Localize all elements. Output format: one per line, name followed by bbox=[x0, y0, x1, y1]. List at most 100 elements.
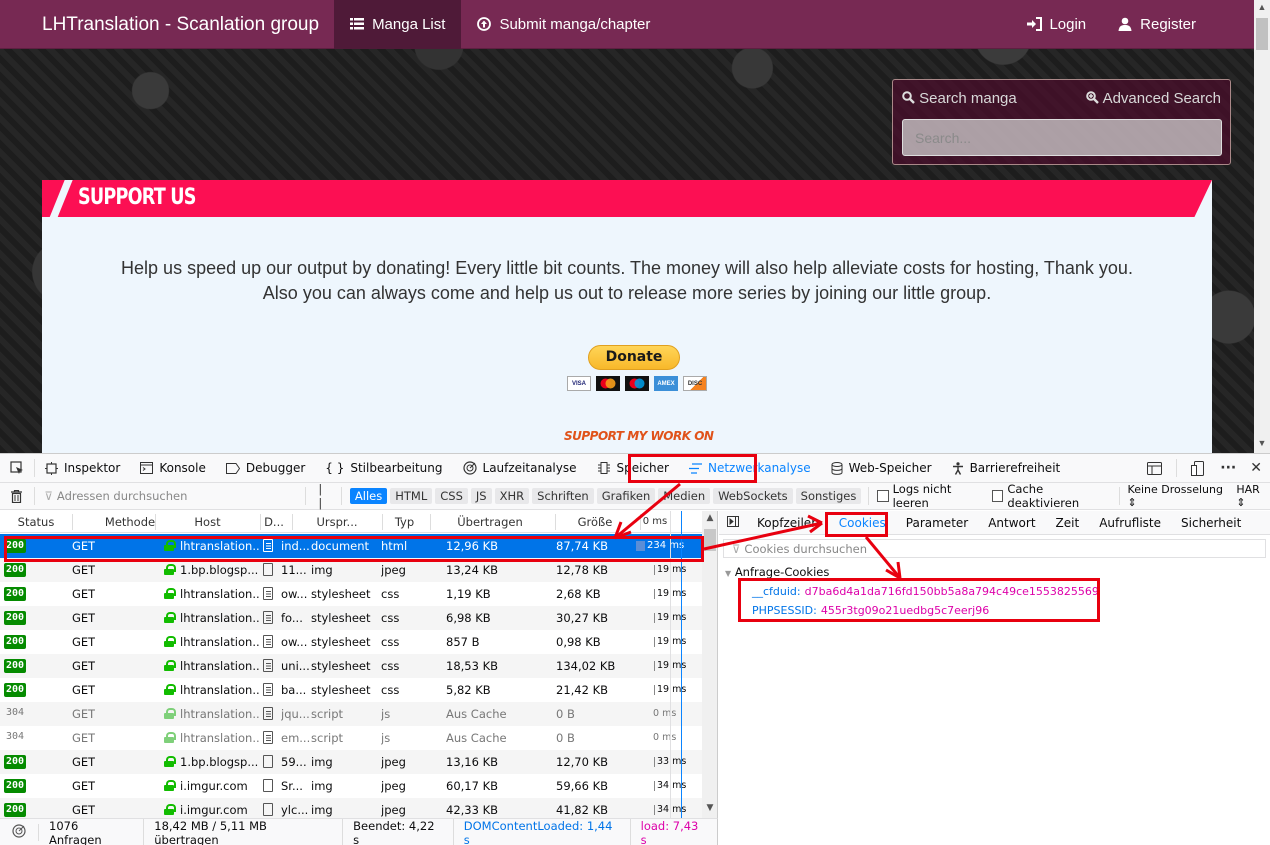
nav-login[interactable]: Login bbox=[1011, 0, 1102, 49]
detail-tab-sicherheit[interactable]: Sicherheit bbox=[1171, 516, 1251, 530]
detail-tab-parameter[interactable]: Parameter bbox=[896, 516, 978, 530]
request-row[interactable]: 200 GET i.imgur.com ylc... img jpeg 42,33 KB 41… bbox=[0, 798, 702, 818]
tab-debugger[interactable]: Debugger bbox=[216, 454, 315, 483]
throttling-select[interactable]: Keine Drosselung ⇕ bbox=[1128, 483, 1229, 509]
cookie-row[interactable]: PHPSESSID: 455r3tg09o21uedbg5c7eerj96 bbox=[752, 604, 989, 617]
request-row[interactable]: 200 GET i.imgur.com Sr... img jpeg 60,17 KB 59,… bbox=[0, 774, 702, 798]
column-header[interactable]: Host bbox=[155, 515, 260, 529]
type-filter-xhr[interactable]: XHR bbox=[494, 488, 530, 504]
cookie-row[interactable]: __cfduid: d7ba6d4a1da716fd150bb5a8a794c49… bbox=[752, 585, 1099, 598]
column-header[interactable]: Status bbox=[0, 515, 72, 529]
tab-stilbearbeitung[interactable]: { } Stilbearbeitung bbox=[315, 454, 452, 483]
detail-tab-kopfzeilen[interactable]: Kopfzeilen bbox=[747, 516, 829, 530]
request-row[interactable]: 304 GET lhtranslation... jqu... script js Aus … bbox=[0, 702, 702, 726]
scroll-up-icon[interactable]: ▲ bbox=[1254, 2, 1270, 12]
size: 0 B bbox=[556, 731, 575, 745]
tab-konsole[interactable]: Konsole bbox=[130, 454, 216, 483]
request-cookies-section[interactable]: ▼ Anfrage-Cookies bbox=[725, 565, 829, 579]
responsive-mode-icon[interactable] bbox=[1191, 460, 1206, 476]
column-header[interactable]: Größe bbox=[555, 515, 635, 529]
search-input[interactable] bbox=[902, 119, 1222, 156]
size: 2,68 KB bbox=[556, 587, 601, 601]
cookie-filter-input[interactable]: ⊽ Cookies durchsuchen bbox=[723, 539, 1266, 558]
type-filter-schriften[interactable]: Schriften bbox=[532, 488, 594, 504]
request-row[interactable]: 200 GET lhtranslation... uni... stylesheet cs… bbox=[0, 654, 702, 678]
scroll-down-icon[interactable]: ▼ bbox=[1254, 438, 1270, 448]
detail-tab-aufrufliste[interactable]: Aufrufliste bbox=[1089, 516, 1171, 530]
column-header[interactable]: Urspr... bbox=[292, 515, 382, 529]
method: GET bbox=[72, 683, 96, 697]
column-header[interactable]: D... bbox=[260, 515, 288, 529]
paypal-donate-button[interactable]: Donate bbox=[588, 345, 680, 370]
advanced-search-link[interactable]: Advanced Search bbox=[1086, 90, 1221, 107]
dom-content-loaded-time: DOMContentLoaded: 1,44 s bbox=[454, 818, 631, 845]
more-options-icon[interactable]: ··· bbox=[1220, 460, 1236, 476]
url-filter-input[interactable]: ⊽ Adressen durchsuchen bbox=[34, 486, 305, 506]
tab-web-speicher[interactable]: Web-Speicher bbox=[821, 454, 942, 483]
tab-inspektor[interactable]: Inspektor bbox=[35, 454, 130, 483]
type-filter-sonstiges[interactable]: Sonstiges bbox=[795, 488, 862, 504]
request-rows: 200 GET lhtranslation... ind... document html… bbox=[0, 534, 702, 818]
debugger-icon bbox=[225, 462, 240, 474]
status-code: 200 bbox=[4, 611, 27, 625]
type-filter-html[interactable]: HTML bbox=[390, 488, 433, 504]
element-picker-button[interactable] bbox=[0, 454, 34, 483]
list-scroll-up-icon[interactable]: ▲ bbox=[702, 513, 717, 523]
tab-laufzeitanalyse[interactable]: Laufzeitanalyse bbox=[453, 454, 587, 483]
detail-tab-antwort[interactable]: Antwort bbox=[978, 516, 1045, 530]
performance-analysis-button[interactable] bbox=[0, 824, 39, 841]
cause: stylesheet bbox=[311, 635, 371, 649]
toggle-sidebar-button[interactable] bbox=[719, 515, 747, 530]
status-code: 200 bbox=[4, 755, 27, 769]
cause: script bbox=[311, 731, 344, 745]
size: 12,78 KB bbox=[556, 563, 609, 577]
dom-content-loaded-marker bbox=[681, 511, 682, 818]
har-menu[interactable]: HAR ⇕ bbox=[1236, 483, 1270, 509]
page-scrollbar-thumb[interactable] bbox=[1256, 18, 1268, 50]
type-filter-medien[interactable]: Medien bbox=[658, 488, 711, 504]
list-scrollbar-thumb[interactable] bbox=[704, 529, 716, 551]
site-brand[interactable]: LHTranslation - Scanlation group bbox=[0, 0, 334, 49]
nav-register-label: Register bbox=[1140, 15, 1196, 33]
patreon-banner-text[interactable]: SUPPORT MY WORK ON bbox=[564, 429, 714, 443]
request-row[interactable]: 200 GET lhtranslation... ow... stylesheet css… bbox=[0, 630, 702, 654]
request-row[interactable]: 200 GET 1.bp.blogsp... 59... img jpeg 13,16 KB… bbox=[0, 750, 702, 774]
request-row[interactable]: 200 GET 1.bp.blogsp... 11... img jpeg 13,24 KB… bbox=[0, 558, 702, 582]
tab-barrierefreiheit[interactable]: Barrierefreiheit bbox=[942, 454, 1071, 483]
nav-manga-list[interactable]: Manga List bbox=[334, 0, 462, 49]
persist-logs-checkbox[interactable]: Logs nicht leeren bbox=[877, 482, 984, 510]
tab-netzwerkanalyse[interactable]: Netzwerkanalyse bbox=[679, 454, 821, 483]
request-row[interactable]: 200 GET lhtranslation... ba... stylesheet css… bbox=[0, 678, 702, 702]
tab-speicher[interactable]: Speicher bbox=[587, 454, 679, 483]
column-header[interactable]: 0 ms bbox=[640, 516, 670, 527]
request-row[interactable]: 200 GET lhtranslation... fo... stylesheet css… bbox=[0, 606, 702, 630]
page-scrollbar[interactable]: ▲ ▼ bbox=[1254, 0, 1270, 453]
column-header[interactable]: Übertragen bbox=[430, 515, 550, 529]
type-filter-websockets[interactable]: WebSockets bbox=[713, 488, 793, 504]
type-filter-alles[interactable]: Alles bbox=[349, 488, 388, 504]
type-filter-grafiken[interactable]: Grafiken bbox=[596, 488, 656, 504]
request-list-scrollbar[interactable]: ▲ ▼ bbox=[702, 511, 717, 818]
clear-requests-button[interactable] bbox=[0, 489, 34, 503]
request-row[interactable]: 200 GET lhtranslation... ind... document html… bbox=[0, 534, 702, 558]
close-devtools-icon[interactable]: ✕ bbox=[1250, 460, 1262, 476]
column-header[interactable]: Typ bbox=[382, 515, 427, 529]
type-filter-css[interactable]: CSS bbox=[435, 488, 468, 504]
dock-layout-icon[interactable] bbox=[1147, 461, 1163, 475]
pause-button[interactable]: | | bbox=[306, 482, 341, 510]
request-row[interactable]: 200 GET lhtranslation... ow... stylesheet css… bbox=[0, 582, 702, 606]
lock-icon bbox=[164, 660, 176, 671]
detail-tab-cookies[interactable]: Cookies bbox=[829, 516, 896, 530]
nav-register[interactable]: Register bbox=[1102, 0, 1212, 49]
timing-bar bbox=[654, 613, 655, 623]
size: 87,74 KB bbox=[556, 539, 609, 553]
list-scroll-down-icon[interactable]: ▼ bbox=[702, 803, 717, 813]
detail-tab-zeit[interactable]: Zeit bbox=[1046, 516, 1090, 530]
document-icon bbox=[263, 539, 273, 552]
type-filter-js[interactable]: JS bbox=[470, 488, 492, 504]
request-row[interactable]: 304 GET lhtranslation... em... script js Aus C… bbox=[0, 726, 702, 750]
nav-submit-manga[interactable]: Submit manga/chapter bbox=[461, 0, 666, 49]
file-name: Sr... bbox=[281, 779, 303, 793]
disable-cache-checkbox[interactable]: Cache deaktivieren bbox=[992, 482, 1110, 510]
file-name: ind... bbox=[281, 539, 310, 553]
